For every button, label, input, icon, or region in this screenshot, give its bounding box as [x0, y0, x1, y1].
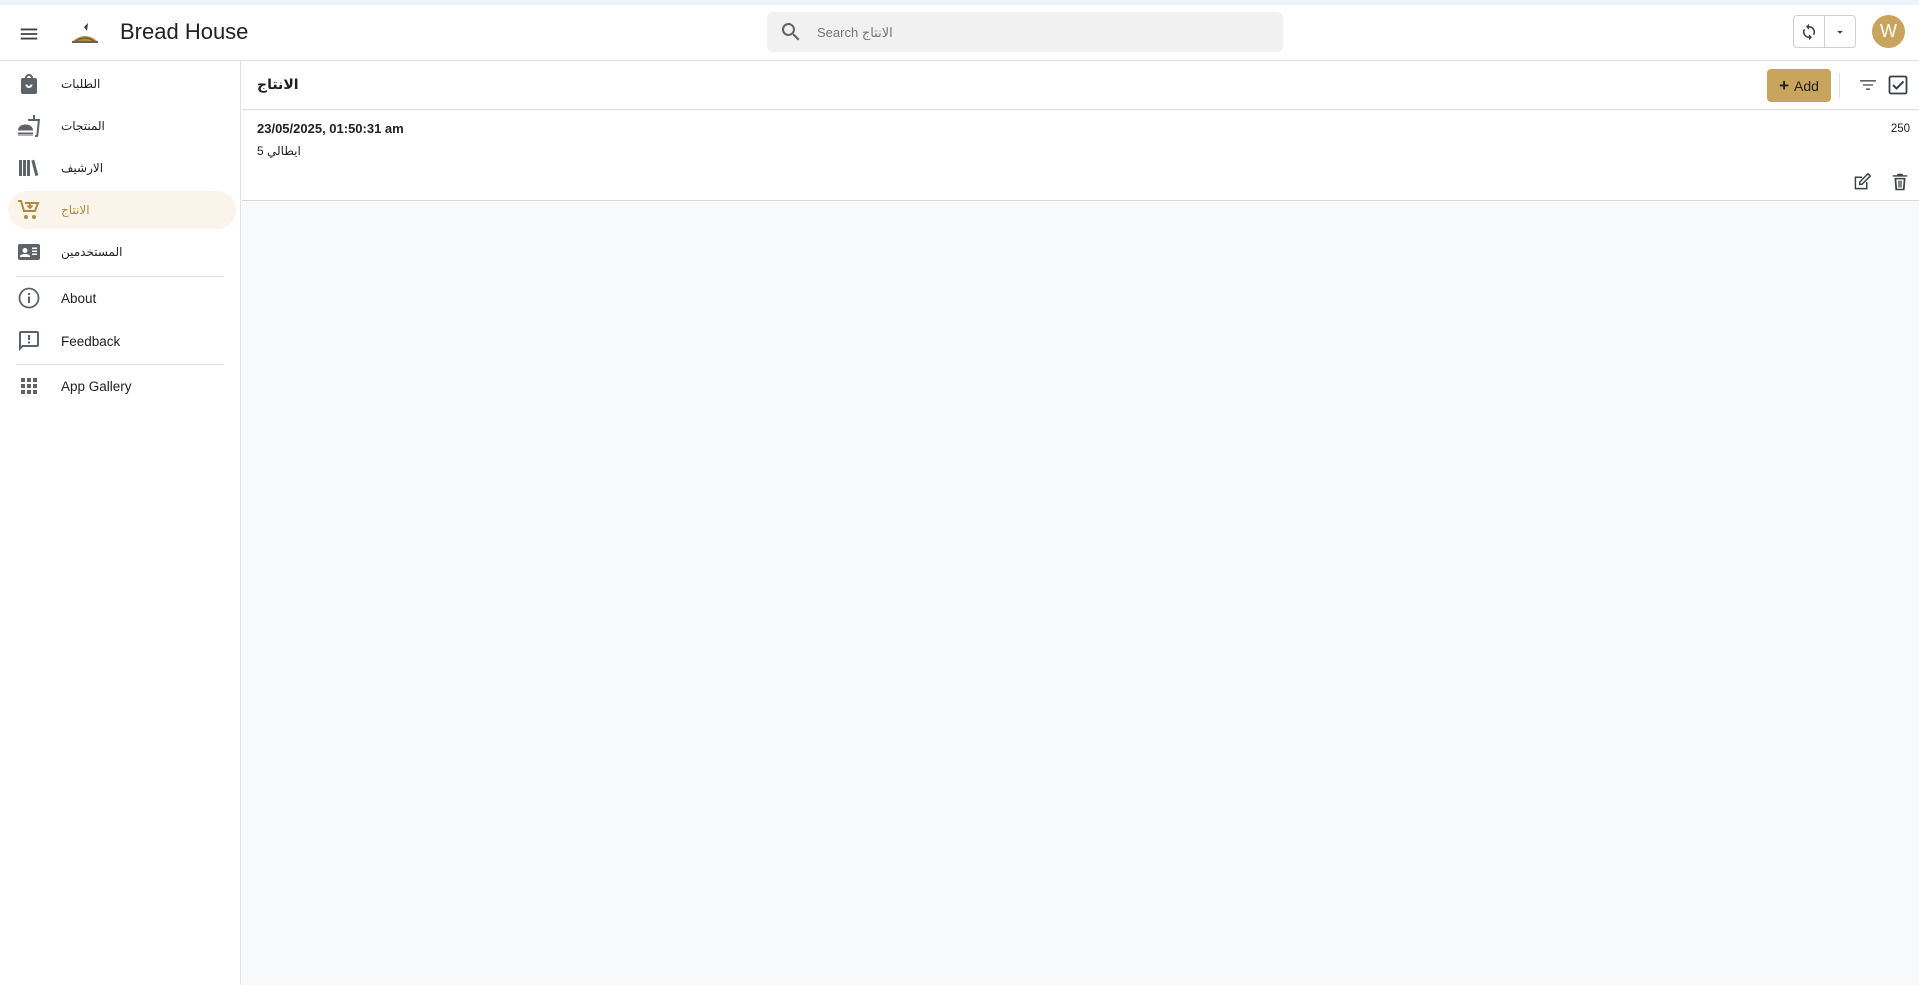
- sidebar-item-archive[interactable]: الارشيف: [8, 149, 236, 187]
- delete-icon[interactable]: [1889, 171, 1911, 193]
- sidebar-item-users[interactable]: المستخدمين: [8, 233, 236, 271]
- app-header: Bread House W: [0, 5, 1919, 61]
- sync-button[interactable]: [1794, 16, 1826, 47]
- sidebar-item-products[interactable]: المنتجات: [8, 107, 236, 145]
- sidebar-item-about[interactable]: About: [8, 279, 236, 317]
- record-date: 23/05/2025, 01:50:31 am: [257, 121, 404, 136]
- search-icon: [781, 23, 800, 41]
- page-title: الانتاج: [257, 76, 299, 92]
- sync-button-group: [1793, 15, 1856, 48]
- apps-grid-icon: [21, 378, 37, 394]
- sidebar-item-label: الطلبات: [61, 77, 101, 91]
- sidebar-item-orders[interactable]: الطلبات: [8, 65, 236, 103]
- sidebar-divider: [16, 364, 224, 365]
- sync-dropdown-button[interactable]: [1825, 16, 1855, 47]
- sidebar-item-label: المستخدمين: [61, 245, 123, 259]
- main-content: الانتاج + Add 23/05/2025, 01:50:31 am اي…: [242, 61, 1919, 985]
- toolbar-divider: [1839, 73, 1840, 98]
- menu-button[interactable]: [14, 19, 44, 49]
- search-bar[interactable]: [767, 12, 1283, 52]
- sidebar-item-label: المنتجات: [61, 119, 105, 133]
- record-quantity: 250: [1890, 123, 1910, 135]
- app-title: Bread House: [120, 19, 249, 44]
- contact-card-icon: [18, 244, 40, 260]
- fastfood-icon: [18, 115, 40, 137]
- table-row[interactable]: 23/05/2025, 01:50:31 am ايطالي 5 250: [242, 111, 1919, 201]
- hamburger-icon: [20, 28, 38, 40]
- add-button[interactable]: + Add: [1767, 69, 1831, 102]
- caret-down-icon: [1837, 30, 1844, 34]
- sidebar: الطلبات المنتجات الارشيف الانتاج المستخد…: [0, 61, 241, 985]
- filter-icon[interactable]: [1856, 73, 1880, 97]
- sidebar-item-label: الارشيف: [61, 161, 104, 175]
- info-icon: [18, 287, 40, 309]
- plus-icon: +: [1779, 75, 1789, 95]
- add-button-label: Add: [1794, 77, 1819, 94]
- cart-arrow-icon: [18, 200, 40, 219]
- sync-icon: [1803, 23, 1816, 40]
- shopping-bag-icon: [21, 74, 37, 94]
- bread-house-logo-icon: [72, 23, 98, 43]
- sidebar-item-label: App Gallery: [61, 378, 132, 394]
- sidebar-item-label: About: [61, 290, 97, 306]
- select-all-checkbox-icon[interactable]: [1886, 73, 1910, 97]
- search-input[interactable]: [817, 24, 1257, 40]
- edit-icon[interactable]: [1851, 171, 1873, 193]
- view-toolbar: الانتاج + Add: [242, 61, 1919, 110]
- feedback-icon: [19, 331, 39, 351]
- library-books-icon: [19, 159, 39, 176]
- user-avatar[interactable]: W: [1872, 15, 1905, 48]
- sidebar-item-label: Feedback: [61, 333, 121, 349]
- sidebar-item-feedback[interactable]: Feedback: [8, 322, 236, 360]
- sidebar-divider: [16, 276, 224, 277]
- sidebar-item-production[interactable]: الانتاج: [8, 191, 236, 229]
- sidebar-item-app-gallery[interactable]: App Gallery: [8, 367, 236, 405]
- sidebar-item-label: الانتاج: [61, 203, 90, 217]
- record-product: ايطالي 5: [257, 144, 301, 158]
